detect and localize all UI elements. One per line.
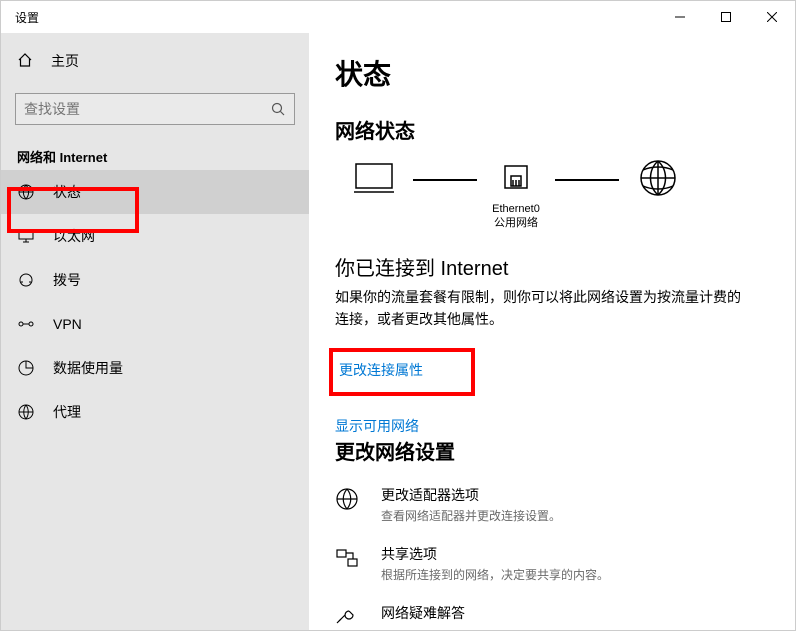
sidebar-item-label: 代理 bbox=[53, 402, 81, 422]
sidebar-item-proxy[interactable]: 代理 bbox=[1, 390, 309, 434]
sidebar-item-ethernet[interactable]: 以太网 bbox=[1, 214, 309, 258]
sidebar-item-label: 数据使用量 bbox=[53, 358, 123, 378]
adapter-type: 公用网络 bbox=[492, 216, 540, 230]
diagram-pc bbox=[339, 160, 409, 232]
sidebar: 主页 网络和 Internet 状态 bbox=[1, 33, 309, 630]
sidebar-item-vpn[interactable]: VPN bbox=[1, 302, 309, 346]
section-change-network-settings: 更改网络设置 bbox=[335, 436, 773, 465]
option-title: 网络疑难解答 bbox=[381, 603, 465, 623]
sidebar-item-label: 以太网 bbox=[53, 226, 95, 246]
home-icon bbox=[17, 52, 33, 71]
option-adapter[interactable]: 更改适配器选项 查看网络适配器并更改连接设置。 bbox=[335, 485, 773, 524]
show-available-networks-link[interactable]: 显示可用网络 bbox=[335, 416, 419, 436]
option-troubleshoot[interactable]: 网络疑难解答 bbox=[335, 603, 773, 630]
highlight-box-link: 更改连接属性 bbox=[329, 348, 475, 396]
sidebar-item-label: 拨号 bbox=[53, 270, 81, 290]
sidebar-home-label: 主页 bbox=[51, 51, 79, 71]
adapter-name: Ethernet0 bbox=[492, 202, 540, 216]
option-title: 共享选项 bbox=[381, 544, 609, 564]
troubleshoot-icon bbox=[335, 603, 363, 630]
data-usage-icon bbox=[17, 360, 35, 376]
share-icon bbox=[335, 544, 363, 573]
change-connection-properties-link[interactable]: 更改连接属性 bbox=[339, 360, 423, 380]
monitor-icon bbox=[17, 228, 35, 244]
sidebar-item-label: 状态 bbox=[53, 182, 81, 202]
maximize-button[interactable] bbox=[703, 1, 749, 33]
sidebar-item-dialup[interactable]: 拨号 bbox=[1, 258, 309, 302]
proxy-icon bbox=[17, 404, 35, 420]
sidebar-item-datausage[interactable]: 数据使用量 bbox=[1, 346, 309, 390]
option-desc: 查看网络适配器并更改连接设置。 bbox=[381, 507, 561, 524]
option-sharing[interactable]: 共享选项 根据所连接到的网络，决定要共享的内容。 bbox=[335, 544, 773, 583]
diagram-line bbox=[555, 179, 619, 181]
vpn-icon bbox=[17, 316, 35, 332]
sidebar-item-label: VPN bbox=[53, 316, 82, 332]
globe-icon bbox=[17, 184, 35, 200]
sidebar-item-status[interactable]: 状态 bbox=[1, 170, 309, 214]
diagram-adapter: Ethernet0 公用网络 bbox=[481, 160, 551, 232]
diagram-line bbox=[413, 179, 477, 181]
minimize-button[interactable] bbox=[657, 1, 703, 33]
option-desc: 根据所连接到的网络，决定要共享的内容。 bbox=[381, 566, 609, 583]
dialup-icon bbox=[17, 272, 35, 288]
search-icon bbox=[262, 102, 294, 116]
window-controls bbox=[657, 1, 795, 33]
globe-icon bbox=[335, 485, 363, 514]
sidebar-home[interactable]: 主页 bbox=[1, 39, 309, 83]
diagram-internet bbox=[623, 158, 693, 234]
option-title: 更改适配器选项 bbox=[381, 485, 561, 505]
search-input[interactable] bbox=[16, 101, 262, 117]
network-diagram: Ethernet0 公用网络 bbox=[339, 158, 773, 234]
close-button[interactable] bbox=[749, 1, 795, 33]
main-content: 状态 网络状态 bbox=[309, 33, 795, 630]
connected-description: 如果你的流量套餐有限制，则你可以将此网络设置为按流量计费的连接，或者更改其他属性… bbox=[335, 287, 745, 330]
window-title: 设置 bbox=[1, 9, 39, 26]
section-network-status: 网络状态 bbox=[335, 115, 773, 144]
connected-heading: 你已连接到 Internet bbox=[335, 252, 773, 281]
titlebar: 设置 bbox=[1, 1, 795, 33]
sidebar-category: 网络和 Internet bbox=[17, 147, 309, 166]
page-title: 状态 bbox=[335, 53, 773, 93]
search-box[interactable] bbox=[15, 93, 295, 125]
